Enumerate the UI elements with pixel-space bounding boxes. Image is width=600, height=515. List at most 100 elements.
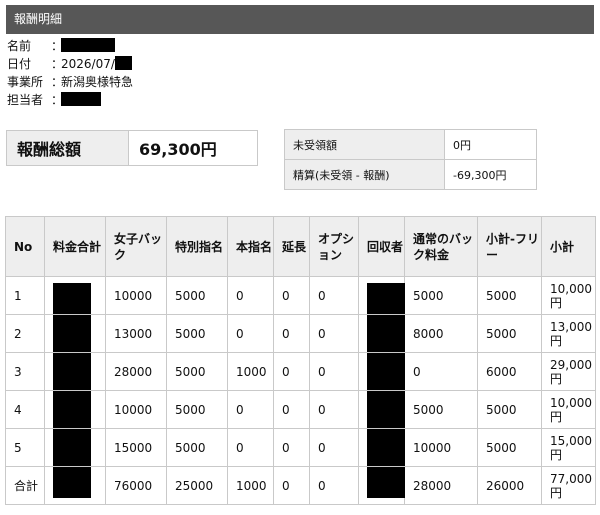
cell-no: 2	[5, 314, 45, 353]
date-redacted	[114, 56, 132, 70]
settle-row: 精算(未受領 - 報酬) -69,300円	[284, 159, 537, 190]
cell-subtotal-free: 6000	[477, 352, 542, 391]
cell-collector-redacted	[358, 276, 405, 315]
header-normal-back: 通常のバック料金	[404, 216, 478, 277]
cell-no: 3	[5, 352, 45, 391]
cell-special: 5000	[166, 352, 228, 391]
cell-no: 合計	[5, 466, 45, 505]
date-row: 日付 ：2026/07/	[7, 56, 132, 72]
cell-subtotal-free: 5000	[477, 428, 542, 467]
cell-collector-redacted	[358, 390, 405, 429]
cell-girl-back: 28000	[105, 352, 167, 391]
total-reward-label: 報酬総額	[7, 131, 129, 165]
header-option: オプション	[309, 216, 359, 277]
unreceived-row: 未受領額 0円	[284, 129, 537, 160]
header-fee-total: 料金合計	[44, 216, 106, 277]
cell-no: 4	[5, 390, 45, 429]
cell-special: 5000	[166, 390, 228, 429]
staff-redacted	[61, 92, 101, 106]
cell-main: 0	[227, 314, 274, 353]
cell-option: 0	[309, 314, 359, 353]
page-title-bar: 報酬明細	[6, 5, 594, 34]
cell-main: 1000	[227, 352, 274, 391]
header-special-nomination: 特別指名	[166, 216, 228, 277]
cell-option: 0	[309, 428, 359, 467]
table-total-row: 合計 76000 25000 1000 0 0 28000 26000 77,0…	[5, 466, 596, 505]
cell-subtotal-free: 5000	[477, 390, 542, 429]
cell-extension: 0	[273, 390, 310, 429]
name-row: 名前 ：	[7, 38, 115, 54]
table-header-row: No 料金合計 女子バック 特別指名 本指名 延長 オプション 回収者 通常のバ…	[5, 216, 596, 277]
cell-subtotal-free: 5000	[477, 314, 542, 353]
cell-normal-back: 28000	[404, 466, 478, 505]
table-row: 4 10000 5000 0 0 0 5000 5000 10,000円	[5, 390, 596, 429]
table-row: 2 13000 5000 0 0 0 8000 5000 13,000円	[5, 314, 596, 353]
cell-subtotal: 77,000円	[541, 466, 596, 505]
cell-subtotal-free: 26000	[477, 466, 542, 505]
cell-collector-redacted	[358, 352, 405, 391]
settle-value: -69,300円	[444, 159, 537, 190]
cell-girl-back: 15000	[105, 428, 167, 467]
cell-special: 5000	[166, 428, 228, 467]
cell-option: 0	[309, 352, 359, 391]
cell-fee-total-redacted	[44, 428, 106, 467]
cell-fee-total-redacted	[44, 352, 106, 391]
cell-subtotal-free: 5000	[477, 276, 542, 315]
cell-girl-back: 10000	[105, 390, 167, 429]
header-main-nomination: 本指名	[227, 216, 274, 277]
header-subtotal: 小計	[541, 216, 596, 277]
cell-girl-back: 76000	[105, 466, 167, 505]
cell-special: 5000	[166, 314, 228, 353]
cell-special: 25000	[166, 466, 228, 505]
cell-normal-back: 0	[404, 352, 478, 391]
table-row: 1 10000 5000 0 0 0 5000 5000 10,000円	[5, 276, 596, 315]
cell-no: 5	[5, 428, 45, 467]
cell-collector-redacted	[358, 466, 405, 505]
reward-detail-table: No 料金合計 女子バック 特別指名 本指名 延長 オプション 回収者 通常のバ…	[5, 216, 596, 505]
table-row: 5 15000 5000 0 0 0 10000 5000 15,000円	[5, 428, 596, 467]
cell-normal-back: 10000	[404, 428, 478, 467]
cell-option: 0	[309, 276, 359, 315]
date-label: 日付	[7, 57, 32, 71]
office-label: 事業所	[7, 75, 44, 89]
staff-label: 担当者	[7, 93, 44, 107]
table-row: 3 28000 5000 1000 0 0 0 6000 29,000円	[5, 352, 596, 391]
header-girl-back: 女子バック	[105, 216, 167, 277]
unreceived-value: 0円	[444, 129, 537, 160]
cell-extension: 0	[273, 276, 310, 315]
staff-colon: ：	[51, 93, 64, 107]
office-row: 事業所 ：新潟奥様特急	[7, 74, 133, 90]
cell-subtotal: 15,000円	[541, 428, 596, 467]
cell-girl-back: 10000	[105, 276, 167, 315]
unreceived-label: 未受領額	[284, 129, 445, 160]
cell-normal-back: 5000	[404, 276, 478, 315]
settle-label: 精算(未受領 - 報酬)	[284, 159, 445, 190]
page-title: 報酬明細	[14, 12, 63, 26]
cell-option: 0	[309, 390, 359, 429]
cell-main: 1000	[227, 466, 274, 505]
header-subtotal-free: 小計-フリー	[477, 216, 542, 277]
cell-normal-back: 5000	[404, 390, 478, 429]
date-value: 2026/07/	[61, 57, 115, 71]
cell-subtotal: 10,000円	[541, 276, 596, 315]
header-extension: 延長	[273, 216, 310, 277]
name-redacted	[61, 38, 115, 52]
name-label: 名前	[7, 39, 32, 53]
settlement-table: 未受領額 0円 精算(未受領 - 報酬) -69,300円	[284, 129, 537, 190]
staff-row: 担当者 ：	[7, 92, 101, 108]
cell-subtotal: 13,000円	[541, 314, 596, 353]
office-colon: ：	[51, 75, 64, 89]
cell-special: 5000	[166, 276, 228, 315]
cell-extension: 0	[273, 428, 310, 467]
total-reward-box: 報酬総額 69,300円	[6, 130, 258, 166]
header-collector: 回収者	[358, 216, 405, 277]
cell-no: 1	[5, 276, 45, 315]
cell-option: 0	[309, 466, 359, 505]
name-colon: ：	[51, 39, 64, 53]
total-reward-value: 69,300円	[139, 140, 217, 159]
office-value: 新潟奥様特急	[61, 75, 134, 89]
cell-extension: 0	[273, 352, 310, 391]
cell-collector-redacted	[358, 428, 405, 467]
cell-collector-redacted	[358, 314, 405, 353]
cell-main: 0	[227, 276, 274, 315]
